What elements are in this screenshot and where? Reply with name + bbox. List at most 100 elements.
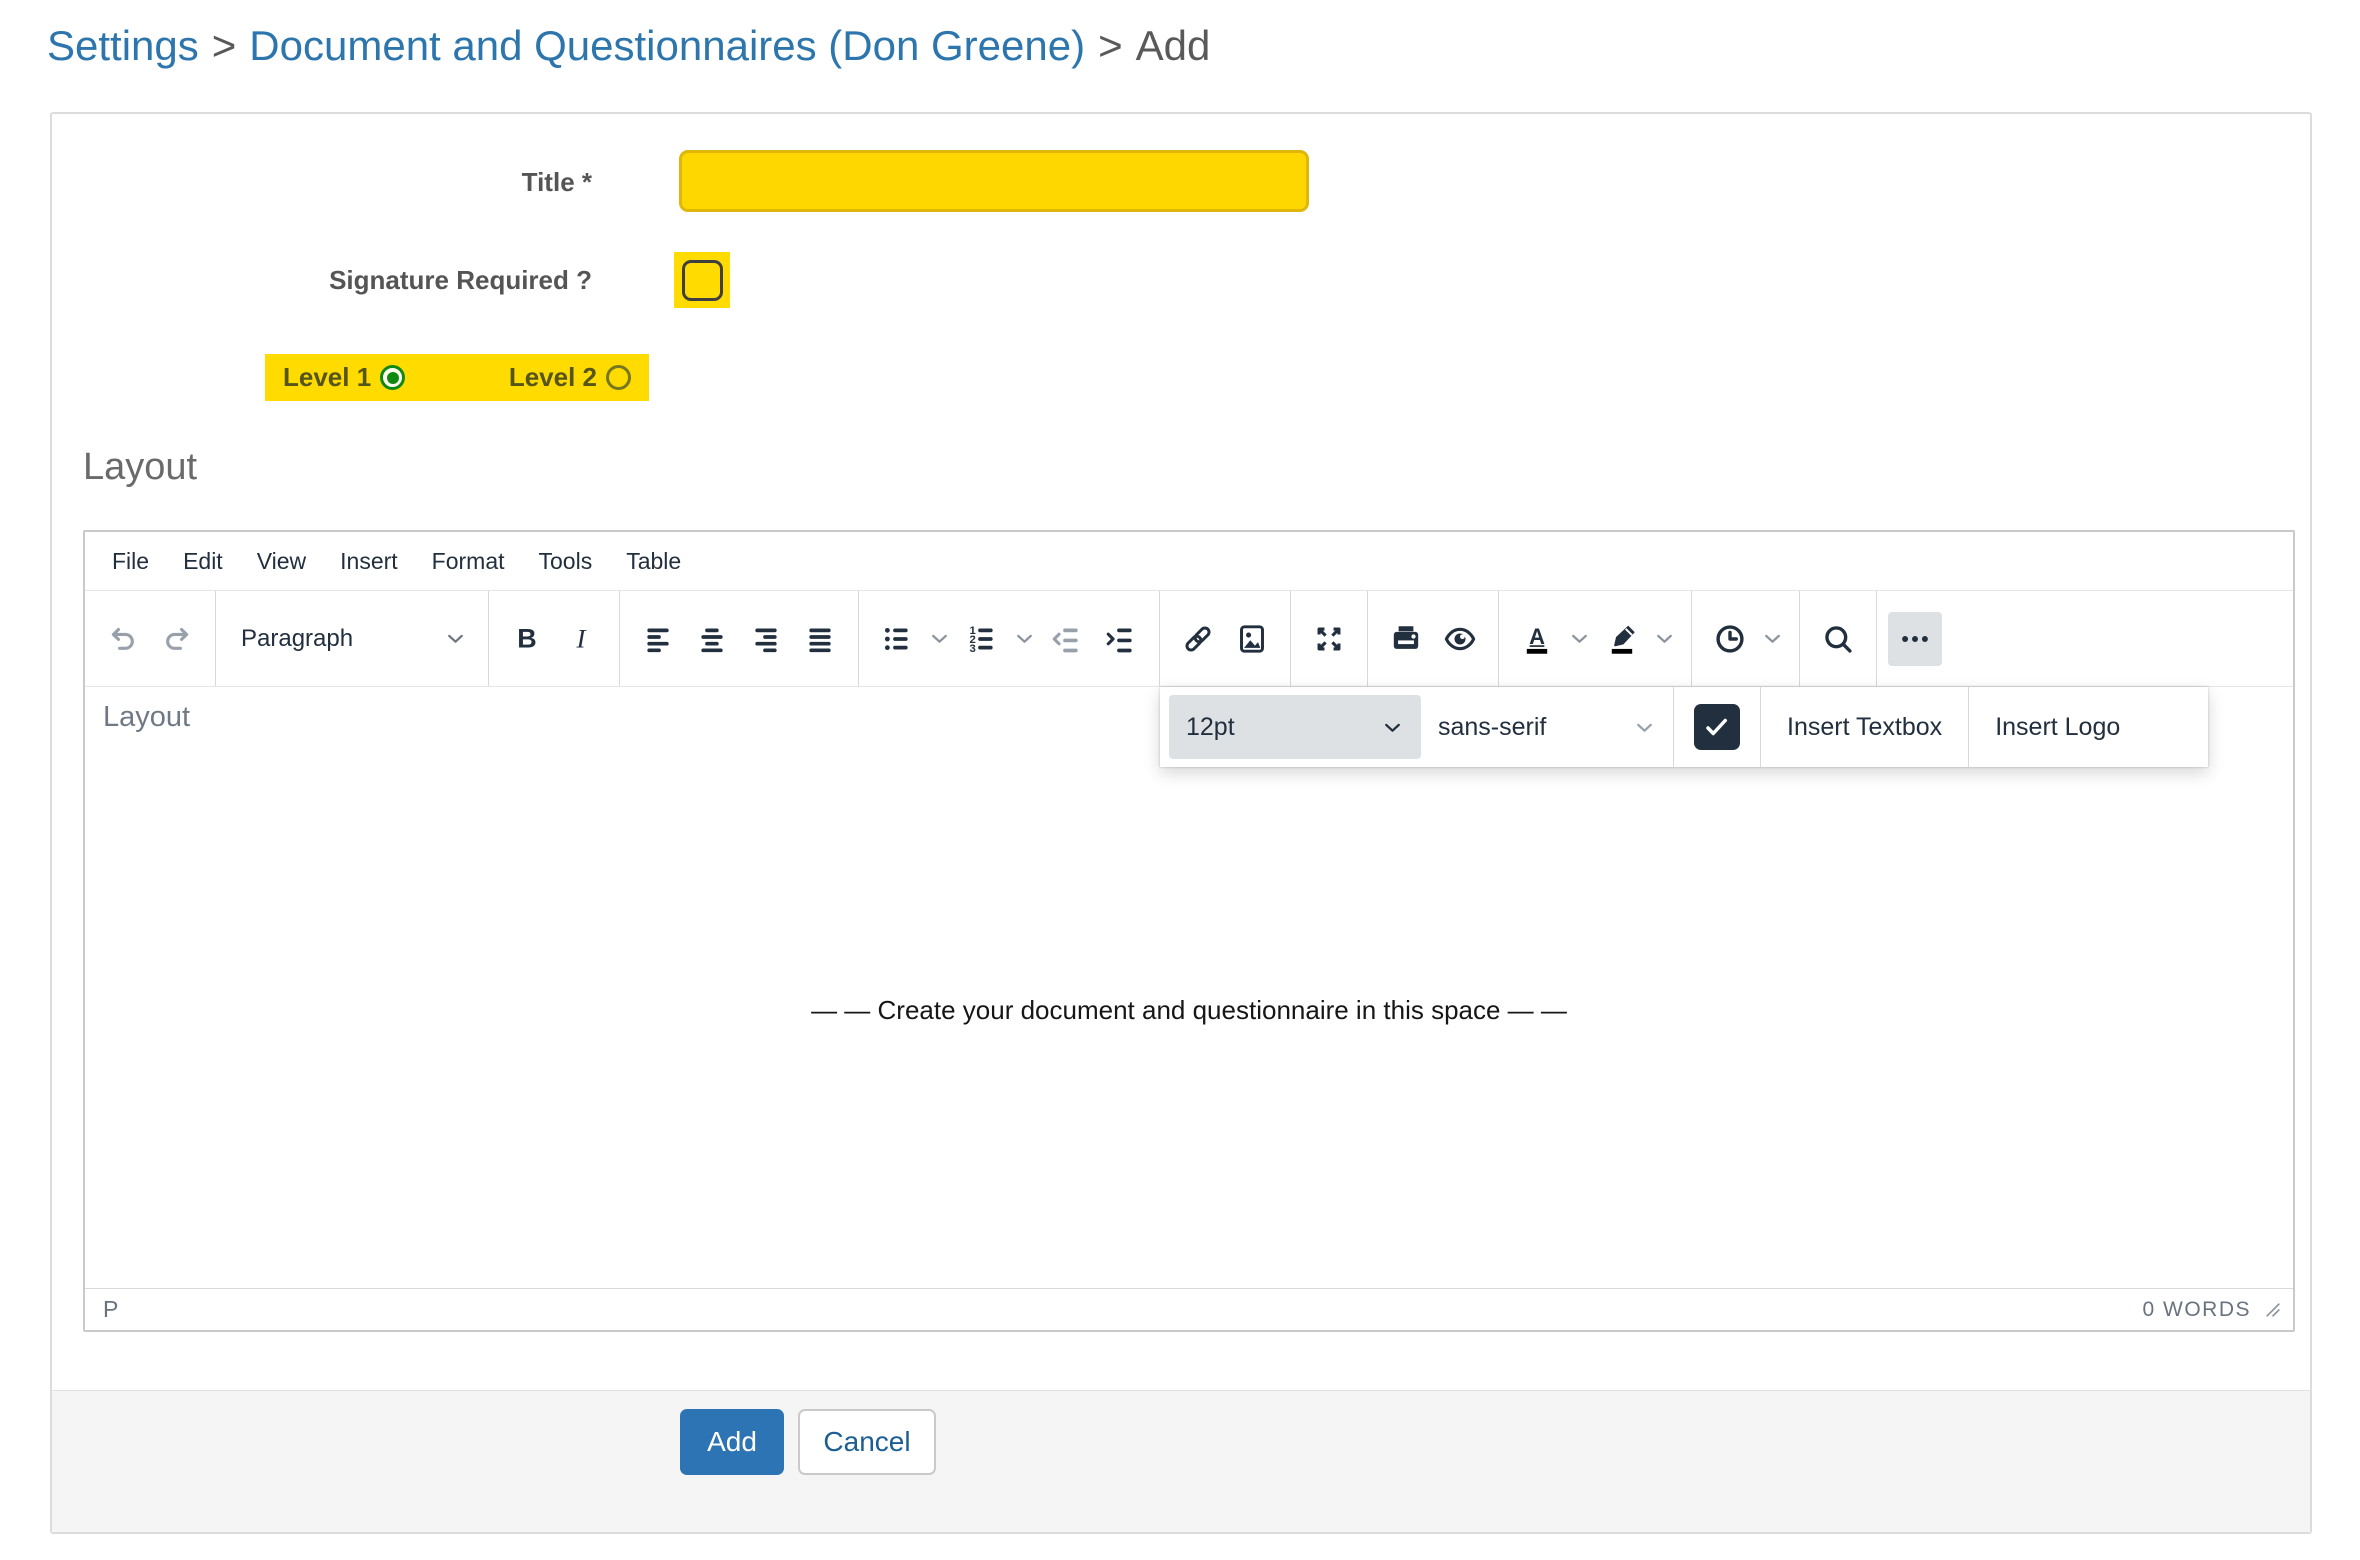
word-count: 0 WORDS bbox=[2142, 1298, 2251, 1322]
print-icon bbox=[1389, 622, 1423, 656]
title-input[interactable] bbox=[679, 150, 1309, 212]
editor-placeholder-text: — — Create your document and questionnai… bbox=[85, 995, 2293, 1026]
highlight-color-button[interactable] bbox=[1595, 612, 1649, 666]
breadcrumb-current-add: Add bbox=[1136, 22, 1211, 69]
toolbar-group bbox=[1692, 591, 1800, 686]
add-button[interactable]: Add bbox=[680, 1409, 784, 1475]
fullscreen-icon bbox=[1312, 622, 1346, 656]
breadcrumb-link-documents[interactable]: Document and Questionnaires (Don Greene) bbox=[249, 22, 1085, 69]
text-color-chevron[interactable] bbox=[1564, 612, 1595, 666]
insert-datetime-icon bbox=[1713, 622, 1747, 656]
toolbar-group: Paragraph bbox=[216, 591, 489, 686]
cancel-button[interactable]: Cancel bbox=[798, 1409, 936, 1475]
menu-view[interactable]: View bbox=[240, 544, 323, 579]
fullscreen-button[interactable] bbox=[1302, 612, 1356, 666]
align-center-icon bbox=[695, 622, 729, 656]
bullet-list-button[interactable] bbox=[870, 612, 924, 666]
more-icon bbox=[1898, 622, 1932, 656]
menu-insert[interactable]: Insert bbox=[323, 544, 415, 579]
redo-icon bbox=[160, 622, 194, 656]
align-justify-button[interactable] bbox=[793, 612, 847, 666]
toolbar-group: A bbox=[1499, 591, 1692, 686]
search-icon bbox=[1821, 622, 1855, 656]
overflow-checkbox-checked[interactable] bbox=[1694, 704, 1740, 750]
check-icon bbox=[1702, 712, 1732, 742]
rich-text-editor: FileEditViewInsertFormatToolsTable Parag… bbox=[83, 530, 2295, 1332]
toolbar-group bbox=[85, 591, 216, 686]
insert-datetime-chevron[interactable] bbox=[1757, 612, 1788, 666]
toolbar-group bbox=[1291, 591, 1368, 686]
editor-content-heading: Layout bbox=[103, 701, 190, 734]
level-2-option[interactable]: Level 2 bbox=[509, 362, 631, 393]
editor-toolbar: Paragraph B I 123 A bbox=[85, 590, 2293, 687]
toolbar-group bbox=[1160, 591, 1291, 686]
outdent-button bbox=[1040, 612, 1094, 666]
more-button[interactable] bbox=[1888, 612, 1942, 666]
menu-format[interactable]: Format bbox=[415, 544, 522, 579]
undo-button bbox=[96, 612, 150, 666]
signature-checkbox-highlight bbox=[674, 252, 730, 308]
insert-textbox-button[interactable]: Insert Textbox bbox=[1761, 695, 1968, 759]
paragraph-style-select[interactable]: Paragraph bbox=[227, 612, 477, 666]
align-left-button[interactable] bbox=[631, 612, 685, 666]
svg-text:B: B bbox=[517, 623, 536, 653]
font-family-select[interactable]: sans-serif bbox=[1421, 695, 1673, 759]
numbered-list-chevron[interactable] bbox=[1009, 612, 1040, 666]
print-button[interactable] bbox=[1379, 612, 1433, 666]
editor-statusbar: P 0 WORDS bbox=[85, 1288, 2293, 1330]
bold-button[interactable]: B bbox=[500, 612, 554, 666]
align-right-icon bbox=[749, 622, 783, 656]
bullet-list-chevron[interactable] bbox=[924, 612, 955, 666]
level-2-label: Level 2 bbox=[509, 362, 597, 393]
text-color-icon: A bbox=[1520, 622, 1554, 656]
align-left-icon bbox=[641, 622, 675, 656]
signature-checkbox[interactable] bbox=[682, 260, 723, 301]
align-center-button[interactable] bbox=[685, 612, 739, 666]
overflow-checkbox-cell bbox=[1674, 704, 1760, 750]
image-button[interactable] bbox=[1225, 612, 1279, 666]
menu-file[interactable]: File bbox=[95, 544, 166, 579]
indent-button[interactable] bbox=[1094, 612, 1148, 666]
numbered-list-button[interactable]: 123 bbox=[955, 612, 1009, 666]
italic-button[interactable]: I bbox=[554, 612, 608, 666]
editor-menubar: FileEditViewInsertFormatToolsTable bbox=[85, 532, 2293, 590]
toolbar-group bbox=[1877, 591, 1953, 686]
signature-required-label: Signature Required ? bbox=[52, 264, 592, 296]
add-document-form-card: Title * Signature Required ? Level 1 Lev… bbox=[50, 112, 2312, 1534]
font-size-select[interactable]: 12pt bbox=[1169, 695, 1421, 759]
insert-datetime-button[interactable] bbox=[1703, 612, 1757, 666]
indent-icon bbox=[1104, 622, 1138, 656]
level-1-radio[interactable] bbox=[380, 365, 405, 390]
menu-tools[interactable]: Tools bbox=[522, 544, 610, 579]
font-family-value: sans-serif bbox=[1438, 713, 1546, 742]
text-color-button[interactable]: A bbox=[1510, 612, 1564, 666]
preview-button[interactable] bbox=[1433, 612, 1487, 666]
align-right-button[interactable] bbox=[739, 612, 793, 666]
menu-table[interactable]: Table bbox=[609, 544, 698, 579]
resize-handle-icon[interactable] bbox=[2263, 1300, 2283, 1320]
breadcrumb-link-settings[interactable]: Settings bbox=[47, 22, 199, 69]
search-button[interactable] bbox=[1811, 612, 1865, 666]
element-path[interactable]: P bbox=[103, 1296, 118, 1323]
highlight-color-chevron[interactable] bbox=[1649, 612, 1680, 666]
layout-section-heading: Layout bbox=[83, 446, 197, 489]
breadcrumb-separator: > bbox=[212, 22, 237, 69]
breadcrumb-separator: > bbox=[1098, 22, 1123, 69]
numbered-list-icon: 123 bbox=[965, 622, 999, 656]
menu-edit[interactable]: Edit bbox=[166, 544, 240, 579]
toolbar-group bbox=[620, 591, 859, 686]
toolbar-overflow-panel: 12pt sans-serif Insert Textbox Insert Lo… bbox=[1160, 687, 2208, 767]
link-button[interactable] bbox=[1171, 612, 1225, 666]
preview-icon bbox=[1443, 622, 1477, 656]
image-icon bbox=[1235, 622, 1269, 656]
editor-content-area[interactable]: Layout — — Create your document and ques… bbox=[85, 687, 2293, 1288]
insert-logo-button[interactable]: Insert Logo bbox=[1969, 695, 2146, 759]
level-1-option[interactable]: Level 1 bbox=[283, 362, 405, 393]
level-2-radio[interactable] bbox=[606, 365, 631, 390]
toolbar-group bbox=[1800, 591, 1877, 686]
level-1-label: Level 1 bbox=[283, 362, 371, 393]
undo-icon bbox=[106, 622, 140, 656]
svg-text:I: I bbox=[576, 623, 588, 653]
breadcrumb: Settings > Document and Questionnaires (Do… bbox=[47, 14, 1210, 78]
align-justify-icon bbox=[803, 622, 837, 656]
